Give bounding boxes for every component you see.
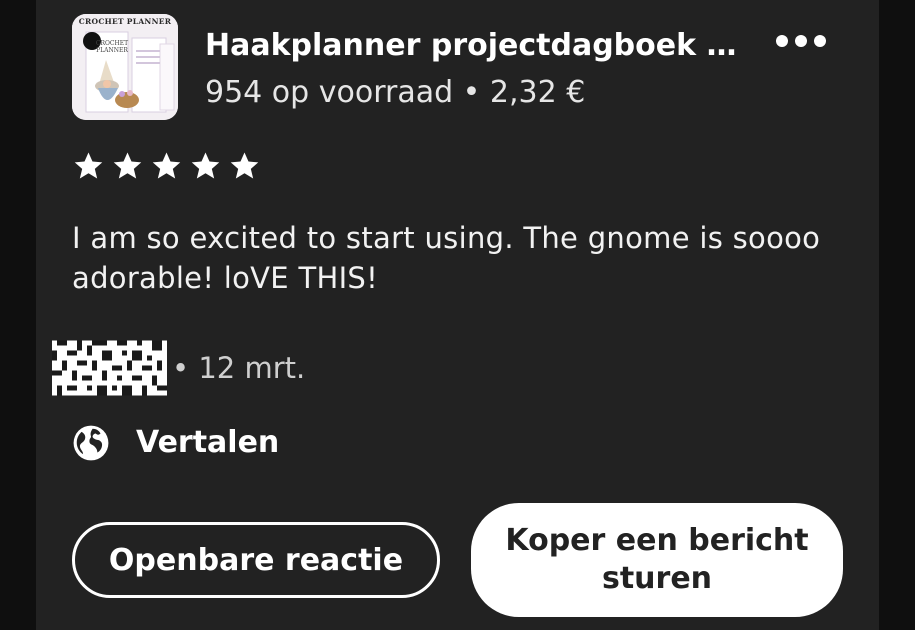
redacted-pattern (52, 340, 167, 396)
star-icon (230, 152, 259, 179)
review-text: I am so excited to start using. The gnom… (72, 221, 821, 295)
star-icon (113, 152, 142, 179)
more-dot (814, 35, 826, 47)
more-dot (795, 35, 807, 47)
stock-price-text: 954 op voorraad • 2,32 € (205, 75, 586, 110)
svg-text:PLANNER: PLANNER (96, 47, 128, 54)
star-rating (72, 150, 261, 183)
reviewer-name-redacted (52, 340, 167, 396)
product-title[interactable]: Haakplanner projectdagboek -... (205, 28, 745, 64)
more-dot (776, 35, 788, 47)
public-reply-button[interactable]: Openbare reactie (72, 522, 440, 598)
thumbnail-caption: CROCHET PLANNER (78, 17, 172, 26)
planner-image: CROCHET PLANNER (72, 14, 178, 120)
star-icon (152, 152, 181, 179)
star-icon (74, 152, 103, 179)
translate-button[interactable]: Vertalen (72, 423, 279, 463)
globe-icon (73, 425, 109, 461)
review-card: CROCHET PLANNER CROCHET PLANNER Haakplan… (36, 0, 879, 630)
more-options-icon[interactable] (776, 28, 826, 54)
review-date: • 12 mrt. (172, 351, 306, 385)
message-buyer-button[interactable]: Koper een bericht sturen (471, 503, 843, 617)
svg-text:CROCHET: CROCHET (96, 40, 128, 47)
star-icon (191, 152, 220, 179)
product-thumbnail[interactable]: CROCHET PLANNER CROCHET PLANNER (72, 14, 178, 120)
translate-label: Vertalen (136, 425, 280, 460)
